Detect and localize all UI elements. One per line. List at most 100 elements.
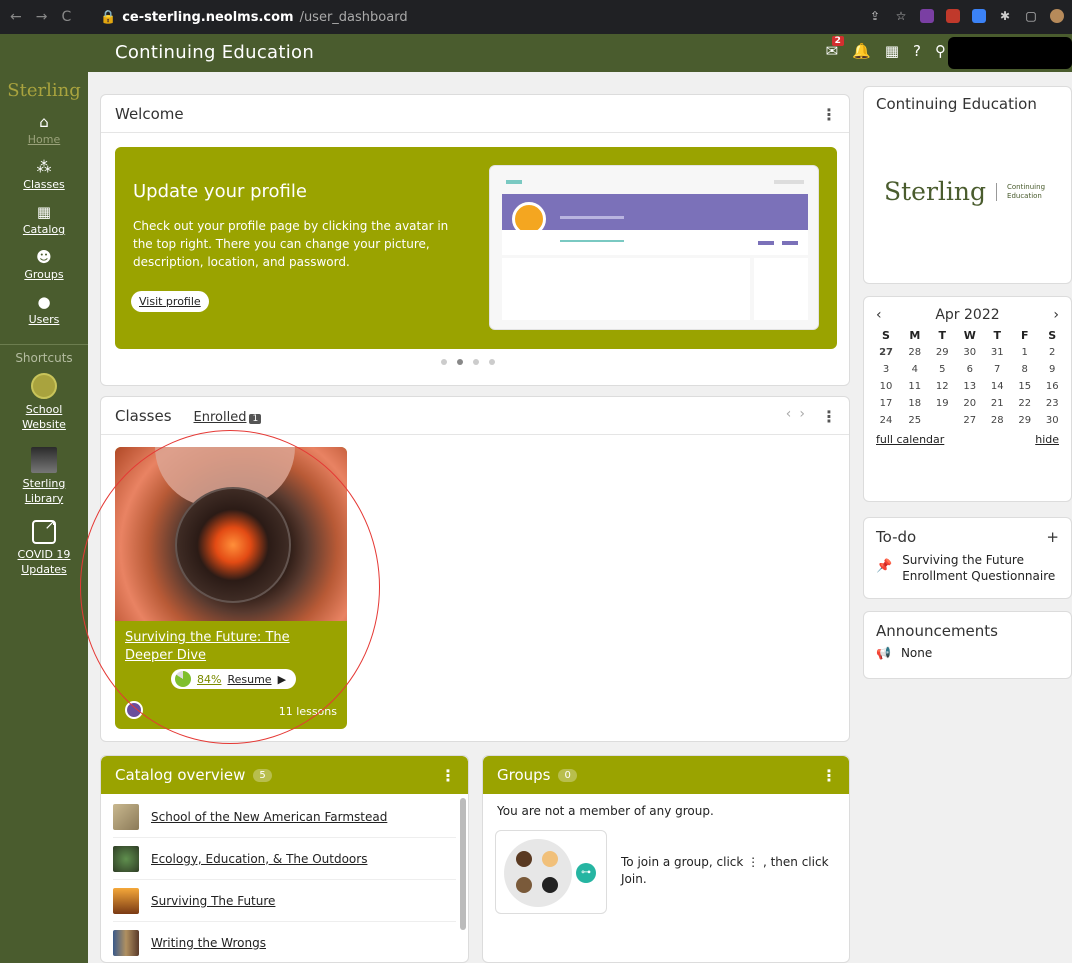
shortcut-library[interactable]: Sterling Library xyxy=(0,446,88,507)
chevron-right-icon[interactable]: › xyxy=(1053,307,1059,323)
course-card[interactable]: Surviving the Future: The Deeper Dive 84… xyxy=(115,447,347,729)
calendar-day[interactable]: 23 xyxy=(1038,395,1066,412)
chevron-left-icon[interactable]: ‹ xyxy=(876,307,882,323)
calendar-day[interactable]: 19 xyxy=(929,395,956,412)
calendar-day[interactable]: 18 xyxy=(901,395,928,412)
list-item[interactable]: Surviving The Future xyxy=(113,880,456,922)
sidebar-item-classes[interactable]: ⁂ Classes xyxy=(0,158,88,191)
sidebar-item-home[interactable]: ⌂ Home xyxy=(0,113,88,146)
sidebar-logo[interactable]: Sterling xyxy=(0,80,88,101)
extension-icon[interactable] xyxy=(972,9,986,23)
full-calendar-link[interactable]: full calendar xyxy=(876,433,944,446)
extension-icon[interactable] xyxy=(946,9,960,23)
carousel-dot[interactable] xyxy=(457,359,463,365)
course-image[interactable] xyxy=(115,447,347,621)
kebab-menu-icon[interactable]: ⋮ xyxy=(440,766,456,785)
carousel-dot[interactable] xyxy=(473,359,479,365)
header-icons: ✉ 2 🔔 ▦ ? ⚲ xyxy=(826,36,946,60)
calendar-day[interactable]: 7 xyxy=(984,361,1011,378)
catalog-item-label[interactable]: Surviving The Future xyxy=(151,894,275,908)
calendar-day[interactable]: 25 xyxy=(901,412,928,429)
megaphone-icon: 📢 xyxy=(876,646,891,660)
calendar-day[interactable]: 2 xyxy=(1038,344,1066,361)
hide-calendar-link[interactable]: hide xyxy=(1035,433,1059,446)
visit-profile-button[interactable]: Visit profile xyxy=(131,291,209,312)
calendar-day[interactable]: 17 xyxy=(871,395,901,412)
calendar-day[interactable]: 31 xyxy=(984,344,1011,361)
kebab-menu-icon[interactable]: ⋮ xyxy=(821,407,837,426)
calendar-day[interactable]: 21 xyxy=(984,395,1011,412)
calendar-day[interactable]: 22 xyxy=(1011,395,1038,412)
todo-title: To-do xyxy=(876,528,917,546)
kebab-menu-icon[interactable]: ⋮ xyxy=(821,766,837,785)
list-item[interactable]: Writing the Wrongs xyxy=(113,922,456,962)
chevron-right-icon[interactable]: › xyxy=(799,406,813,422)
resume-button[interactable]: 84% Resume ▶ xyxy=(171,669,297,689)
bell-icon[interactable]: 🔔 xyxy=(852,42,871,60)
carousel-dot[interactable] xyxy=(441,359,447,365)
kebab-menu-icon[interactable]: ⋮ xyxy=(821,105,837,124)
calendar-day[interactable]: 27 xyxy=(956,412,983,429)
address-bar[interactable]: 🔒 ce-sterling.neolms.com/user_dashboard xyxy=(100,10,408,25)
search-icon[interactable]: ⚲ xyxy=(935,42,946,60)
puzzle-icon[interactable]: ✱ xyxy=(998,9,1012,23)
add-icon[interactable]: + xyxy=(1046,528,1059,546)
calendar-day[interactable]: 12 xyxy=(929,378,956,395)
instructor-avatar[interactable] xyxy=(125,701,143,719)
calendar-icon[interactable]: ▦ xyxy=(885,42,899,60)
weekday-label: F xyxy=(1020,329,1029,342)
shortcut-label: COVID 19 xyxy=(17,548,71,562)
catalog-item-label[interactable]: Writing the Wrongs xyxy=(151,936,266,950)
calendar-day[interactable]: 5 xyxy=(929,361,956,378)
catalog-item-label[interactable]: School of the New American Farmstead xyxy=(151,810,387,824)
calendar-day[interactable]: 4 xyxy=(901,361,928,378)
todo-item-label[interactable]: Surviving the Future Enrollment Question… xyxy=(902,552,1059,584)
calendar-day[interactable]: 29 xyxy=(1011,412,1038,429)
calendar-day[interactable]: 30 xyxy=(1038,412,1066,429)
calendar-day[interactable]: 24 xyxy=(871,412,901,429)
extension-icon[interactable] xyxy=(920,9,934,23)
inbox-icon[interactable]: ✉ 2 xyxy=(826,36,844,60)
profile-avatar-icon[interactable] xyxy=(1050,9,1064,23)
calendar-day[interactable]: 10 xyxy=(871,378,901,395)
back-icon[interactable]: ← xyxy=(10,9,22,25)
list-item[interactable]: School of the New American Farmstead xyxy=(113,796,456,838)
forward-icon[interactable]: → xyxy=(36,9,48,25)
star-icon[interactable]: ☆ xyxy=(894,9,908,23)
calendar-day[interactable]: 30 xyxy=(956,344,983,361)
calendar-day[interactable]: 20 xyxy=(956,395,983,412)
calendar-day[interactable]: 28 xyxy=(984,412,1011,429)
sidebar-item-users[interactable]: ● Users xyxy=(0,293,88,326)
calendar-day[interactable]: 28 xyxy=(901,344,928,361)
reload-icon[interactable]: C xyxy=(61,9,71,25)
calendar-day[interactable]: 16 xyxy=(1038,378,1066,395)
sidepanel-icon[interactable]: ▢ xyxy=(1024,9,1038,23)
course-title-link[interactable]: Surviving the Future: The Deeper Dive xyxy=(125,629,335,664)
sidebar-item-catalog[interactable]: ▦ Catalog xyxy=(0,203,88,236)
todo-item[interactable]: 📌 Surviving the Future Enrollment Questi… xyxy=(864,550,1071,586)
carousel-dot[interactable] xyxy=(489,359,495,365)
help-icon[interactable]: ? xyxy=(913,42,921,60)
calendar-day[interactable]: 8 xyxy=(1011,361,1038,378)
calendar-day[interactable]: 15 xyxy=(1011,378,1038,395)
calendar-day[interactable]: 6 xyxy=(956,361,983,378)
scrollbar[interactable] xyxy=(460,798,466,930)
calendar-day[interactable]: 3 xyxy=(871,361,901,378)
catalog-item-label[interactable]: Ecology, Education, & The Outdoors xyxy=(151,852,367,866)
list-item[interactable]: Ecology, Education, & The Outdoors xyxy=(113,838,456,880)
calendar-day[interactable]: 14 xyxy=(984,378,1011,395)
sidebar-item-groups[interactable]: ☻ Groups xyxy=(0,248,88,281)
share-icon[interactable]: ⇪ xyxy=(868,9,882,23)
shortcut-covid[interactable]: COVID 19 Updates xyxy=(0,517,88,578)
calendar-day[interactable] xyxy=(929,412,956,429)
calendar-day[interactable]: 1 xyxy=(1011,344,1038,361)
calendar-day[interactable]: 9 xyxy=(1038,361,1066,378)
calendar-day[interactable]: 13 xyxy=(956,378,983,395)
shortcut-school-website[interactable]: School Website xyxy=(0,373,88,433)
calendar-day[interactable]: 27 xyxy=(871,344,901,361)
calendar-day[interactable]: 29 xyxy=(929,344,956,361)
tab-enrolled[interactable]: Enrolled 1 xyxy=(194,407,262,425)
chevron-left-icon[interactable]: ‹ xyxy=(786,406,800,422)
calendar-day[interactable]: 11 xyxy=(901,378,928,395)
progress-ring xyxy=(175,671,191,687)
